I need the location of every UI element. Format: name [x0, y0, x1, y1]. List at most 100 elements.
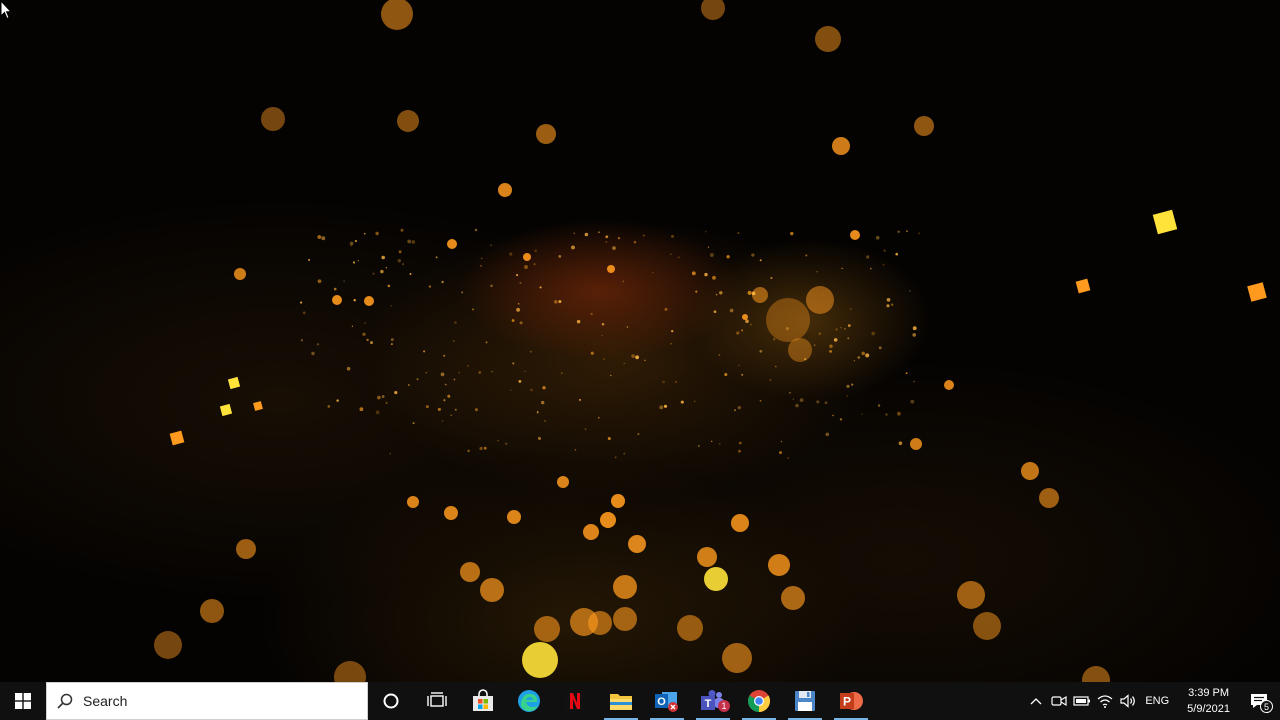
dust-particle	[366, 338, 369, 342]
bokeh-particle	[628, 535, 646, 553]
dust-particle	[558, 254, 562, 258]
taskbar-search-box[interactable]: Search	[46, 682, 368, 720]
dust-particle	[615, 456, 617, 458]
cortana-button[interactable]	[368, 682, 414, 720]
taskbar-clock[interactable]: 3:39 PM 5/9/2021	[1179, 685, 1238, 717]
bokeh-particle	[910, 438, 922, 450]
chrome-icon	[748, 690, 770, 712]
dust-particle	[483, 446, 487, 450]
dust-particle	[472, 308, 474, 311]
dust-particle	[317, 235, 322, 239]
bokeh-particle	[583, 524, 599, 540]
bokeh-particle	[507, 510, 521, 524]
dust-particle	[882, 263, 885, 266]
task-view-button[interactable]	[414, 682, 460, 720]
bokeh-particle	[1039, 488, 1059, 508]
dust-particle	[816, 400, 820, 404]
dust-particle	[437, 407, 441, 411]
dust-particle	[861, 413, 863, 415]
dust-particle	[861, 351, 865, 356]
dust-particle	[736, 331, 740, 335]
dust-particle	[467, 365, 469, 367]
dust-particle	[519, 321, 523, 325]
dust-particle	[788, 391, 791, 394]
meet-now-button[interactable]	[1047, 682, 1070, 720]
dust-particle	[866, 255, 870, 259]
dust-particle	[343, 280, 345, 282]
dust-particle	[425, 405, 429, 409]
taskbar-app-store[interactable]	[460, 682, 506, 720]
dust-particle	[897, 230, 900, 233]
bokeh-particle	[697, 547, 717, 567]
taskbar-app-chrome[interactable]	[736, 682, 782, 720]
dust-particle	[394, 391, 398, 395]
dust-particle	[597, 416, 600, 419]
dust-particle	[381, 255, 385, 260]
dust-particle	[780, 440, 783, 443]
dust-particle	[877, 404, 881, 407]
dust-particle	[510, 389, 512, 391]
dust-particle	[878, 346, 882, 350]
dust-particle	[851, 383, 854, 386]
action-center-button[interactable]: 5	[1238, 682, 1280, 720]
taskbar-app-powerpoint[interactable]: P	[828, 682, 874, 720]
bokeh-square	[219, 403, 233, 417]
taskbar-app-floppy[interactable]	[782, 682, 828, 720]
taskbar: Search O T 1 P ENG 3:39 PM 5/9/2021 5	[0, 682, 1280, 720]
dust-particle	[849, 308, 852, 311]
dust-particle	[663, 404, 668, 408]
dust-particle	[441, 280, 444, 284]
bokeh-particle	[397, 110, 419, 132]
dust-particle	[359, 407, 364, 412]
dust-particle	[695, 290, 698, 293]
dust-particle	[875, 236, 880, 240]
bokeh-particle	[522, 642, 558, 678]
bokeh-particle	[806, 286, 834, 314]
dust-particle	[635, 355, 640, 360]
show-hidden-icons-button[interactable]	[1024, 682, 1047, 720]
dust-particle	[357, 260, 359, 262]
dust-particle	[795, 403, 799, 408]
dust-particle	[698, 445, 700, 447]
taskbar-app-outlook[interactable]: O	[644, 682, 690, 720]
volume-button[interactable]	[1116, 682, 1139, 720]
taskbar-app-netflix[interactable]	[552, 682, 598, 720]
dust-particle	[573, 232, 575, 234]
chevron-up-icon	[1030, 698, 1042, 705]
dust-particle	[738, 364, 740, 367]
bokeh-particle	[701, 0, 725, 20]
dust-particle	[737, 405, 741, 410]
bokeh-particle	[588, 611, 612, 635]
dust-particle	[605, 241, 608, 243]
dust-particle	[779, 451, 782, 455]
taskbar-app-file-explorer[interactable]	[598, 682, 644, 720]
taskbar-app-edge[interactable]	[506, 682, 552, 720]
store-icon	[473, 689, 493, 711]
dust-particle	[480, 265, 482, 267]
dust-particle	[397, 258, 402, 263]
dust-particle	[871, 331, 876, 336]
taskbar-app-teams[interactable]: T 1	[690, 682, 736, 720]
dust-particle	[491, 370, 493, 373]
input-language-indicator[interactable]: ENG	[1139, 695, 1179, 707]
dust-particle	[644, 359, 646, 362]
dust-particle	[759, 349, 763, 353]
start-button[interactable]	[0, 682, 46, 720]
bokeh-particle	[332, 295, 342, 305]
dust-particle	[349, 241, 354, 246]
bokeh-particle	[407, 496, 419, 508]
dust-particle	[724, 372, 728, 377]
dust-particle	[607, 436, 611, 441]
dust-particle	[409, 273, 412, 275]
network-button[interactable]	[1093, 682, 1116, 720]
dust-particle	[747, 290, 752, 295]
bokeh-particle	[447, 239, 457, 249]
battery-button[interactable]	[1070, 682, 1093, 720]
dust-particle	[751, 291, 756, 296]
dust-particle	[541, 400, 545, 405]
dust-particle	[351, 325, 354, 327]
dust-particle	[737, 232, 740, 235]
dust-particle	[652, 271, 654, 274]
folder-icon	[610, 694, 632, 710]
dust-particle	[458, 371, 460, 374]
